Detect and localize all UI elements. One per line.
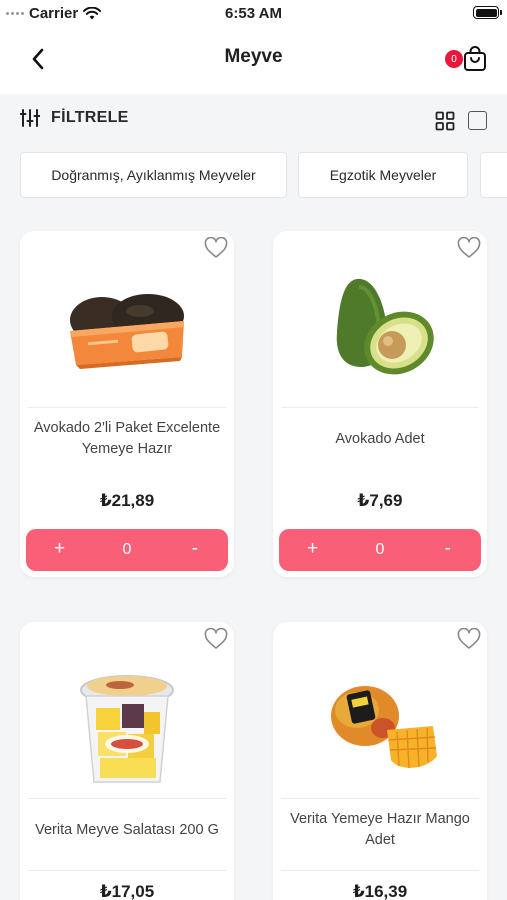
product-price: ₺16,39 [352,882,408,900]
card-divider [281,407,479,408]
mango-image [331,686,437,769]
filter-label: FİLTRELE [51,109,129,126]
page-title: Meyve [224,46,283,67]
status-bar: Carrier 6:53 AM [0,0,507,28]
category-chip[interactable]: Doğranmış, Ayıklanmış Meyveler [20,152,287,198]
avocado-pack-image [70,294,184,369]
quantity-stepper: + 0 - [279,529,481,571]
decrease-button[interactable]: - [192,538,198,560]
product-card[interactable]: Verita Meyve Salatası 200 G ₺17,05 [20,622,234,900]
product-card[interactable]: Verita Yemeye Hazır Mango Adet ₺16,39 [273,622,487,900]
product-card[interactable]: Avokado Adet ₺7,69 + 0 - [273,231,487,577]
heart-icon[interactable] [457,628,481,650]
card-divider [28,407,226,408]
card-divider [281,870,479,871]
card-divider [281,798,479,799]
category-chip[interactable] [480,152,507,198]
filter-button[interactable]: FİLTRELE [20,108,129,128]
product-price: ₺17,05 [99,882,155,900]
grid-view-icon[interactable] [435,111,455,131]
avocado-image [336,278,434,375]
heart-icon[interactable] [204,628,228,650]
list-view-icon[interactable] [468,111,487,130]
card-divider [28,798,226,799]
fruit-salad-cup-image [80,675,174,783]
shopping-bag-icon[interactable] [463,46,487,72]
status-time: 6:53 AM [225,5,282,22]
quantity-stepper: + 0 - [26,529,228,571]
heart-icon[interactable] [457,237,481,259]
product-name: Verita Yemeye Hazır Mango Adet [290,811,470,848]
product-name: Avokado 2'li Paket Excelente Yemeye Hazı… [33,420,221,457]
product-name: Avokado Adet [335,430,425,447]
product-price: ₺7,69 [357,491,403,510]
decrease-button[interactable]: - [445,538,451,560]
product-card[interactable]: Avokado 2'li Paket Excelente Yemeye Hazı… [20,231,234,577]
nav-bar: Meyve 0 [0,28,507,94]
cart-count-badge: 0 [445,50,463,68]
filter-toolbar: FİLTRELE [0,100,507,140]
card-divider [28,870,226,871]
sliders-icon [20,109,40,127]
heart-icon[interactable] [204,237,228,259]
product-price: ₺21,89 [99,491,155,510]
category-chip[interactable]: Egzotik Meyveler [298,152,468,198]
battery-icon [473,6,502,19]
product-name: Verita Meyve Salatası 200 G [35,821,219,838]
category-chips: Doğranmış, Ayıklanmış Meyveler Egzotik M… [0,152,507,200]
